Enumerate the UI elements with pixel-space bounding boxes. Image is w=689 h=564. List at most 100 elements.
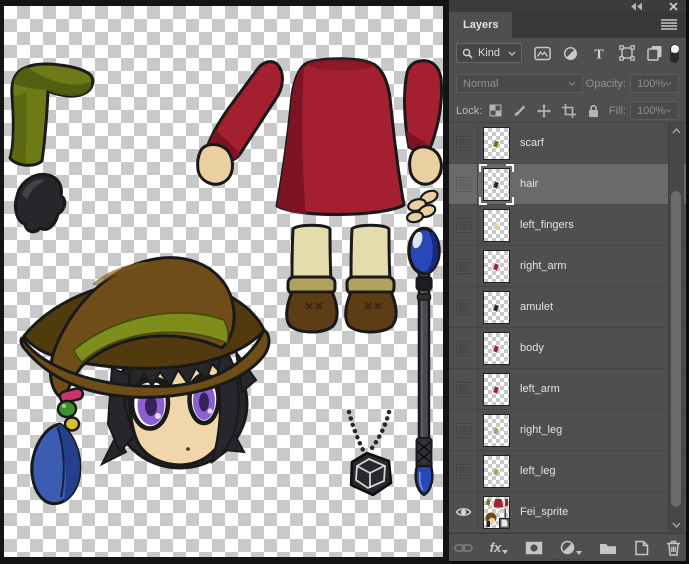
layer-name[interactable]: right_leg — [520, 424, 562, 436]
visibility-toggle[interactable] — [449, 246, 478, 286]
layer-row-right_arm[interactable]: right_arm — [449, 246, 686, 287]
layer-thumbnail[interactable] — [483, 332, 510, 365]
scroll-down-icon[interactable] — [669, 517, 684, 533]
opacity-input[interactable]: 100% — [630, 74, 679, 93]
layer-row-left_arm[interactable]: left_arm — [449, 369, 686, 410]
transparency-checkerboard — [4, 6, 443, 557]
layer-thumbnail[interactable] — [483, 455, 510, 488]
layer-row-hair[interactable]: hair — [449, 164, 686, 205]
layer-row-right_leg[interactable]: right_leg — [449, 410, 686, 451]
smart-object-badge-icon — [499, 518, 510, 529]
layer-thumbnail[interactable] — [483, 373, 510, 406]
layer-row-left_fingers[interactable]: left_fingers — [449, 205, 686, 246]
new-group-icon[interactable] — [599, 541, 617, 555]
layers-panel: Layers Kind T — [449, 0, 686, 561]
eye-hidden-box — [456, 300, 471, 315]
eye-hidden-box — [456, 177, 471, 192]
photoshop-window: Layers Kind T — [0, 0, 689, 564]
layer-thumbnail[interactable] — [483, 414, 510, 447]
layer-name[interactable]: left_arm — [520, 383, 560, 395]
close-panel-icon[interactable] — [669, 2, 678, 11]
layer-name[interactable]: amulet — [520, 301, 553, 313]
document-canvas[interactable] — [0, 0, 449, 564]
visibility-toggle[interactable] — [449, 287, 478, 327]
layer-row-scarf[interactable]: scarf — [449, 123, 686, 164]
lock-transparent-pixels-icon[interactable] — [489, 104, 502, 117]
eye-hidden-box — [456, 341, 471, 356]
layer-thumbnail[interactable] — [483, 250, 510, 283]
blend-mode-row: Normal Opacity: 100% — [449, 68, 686, 99]
chevron-down-icon — [665, 81, 672, 86]
eye-icon — [455, 506, 472, 518]
panel-menu-icon[interactable] — [661, 19, 677, 33]
layer-row-amulet[interactable]: amulet — [449, 287, 686, 328]
shape-layer-filter-icon[interactable] — [618, 45, 636, 62]
new-layer-icon[interactable] — [634, 540, 649, 556]
layer-name[interactable]: Fei_sprite — [520, 506, 568, 518]
layer-thumbnail[interactable] — [483, 168, 510, 201]
add-layer-mask-icon[interactable] — [525, 541, 543, 555]
chevron-down-icon — [568, 81, 576, 86]
thumbnail-mark — [493, 427, 499, 434]
fill-label: Fill: — [609, 105, 626, 117]
smart-object-filter-icon[interactable] — [646, 45, 664, 62]
new-adjustment-layer-icon[interactable] — [560, 540, 582, 555]
layer-name[interactable]: body — [520, 342, 544, 354]
layer-row-Fei_sprite[interactable]: Fei_sprite — [449, 492, 686, 533]
layer-thumbnail[interactable] — [483, 496, 510, 529]
layer-name[interactable]: left_fingers — [520, 219, 574, 231]
visibility-toggle[interactable] — [449, 205, 478, 245]
eye-hidden-box — [456, 464, 471, 479]
eye-hidden-box — [456, 423, 471, 438]
layer-styles-icon[interactable]: fx — [490, 542, 509, 554]
panel-resize-grip[interactable] — [551, 558, 585, 561]
layer-name[interactable]: right_arm — [520, 260, 566, 272]
thumbnail-mark — [493, 263, 499, 270]
tab-layers-label: Layers — [463, 19, 498, 31]
lock-image-pixels-icon[interactable] — [513, 104, 526, 117]
thumbnail-mark — [493, 345, 499, 352]
visibility-toggle[interactable] — [449, 369, 478, 409]
svg-text:T: T — [594, 47, 604, 61]
thumbnail-mark — [493, 222, 499, 229]
layer-row-body[interactable]: body — [449, 328, 686, 369]
scrollbar-thumb[interactable] — [671, 191, 681, 507]
layer-thumbnail[interactable] — [483, 291, 510, 324]
scroll-up-icon[interactable] — [669, 123, 684, 139]
layer-thumbnail[interactable] — [483, 209, 510, 242]
lock-all-icon[interactable] — [587, 104, 600, 118]
thumbnail-mark — [493, 468, 499, 475]
fill-value: 100% — [637, 105, 665, 117]
type-layer-filter-icon[interactable]: T — [590, 45, 608, 62]
visibility-toggle[interactable] — [449, 123, 478, 163]
lock-artboards-icon[interactable] — [562, 104, 576, 118]
collapse-panels-icon[interactable] — [630, 2, 643, 11]
visibility-toggle[interactable] — [449, 164, 478, 204]
layers-scrollbar[interactable] — [668, 123, 684, 533]
fill-input[interactable]: 100% — [630, 101, 679, 120]
layer-filtering-toggle[interactable] — [670, 44, 679, 63]
visibility-toggle[interactable] — [449, 451, 478, 491]
panel-tab-bar: Layers — [449, 12, 686, 38]
link-layers-icon[interactable] — [454, 542, 473, 554]
thumbnail-mark — [493, 181, 499, 188]
layer-name[interactable]: left_leg — [520, 465, 555, 477]
layer-row-left_leg[interactable]: left_leg — [449, 451, 686, 492]
layer-name[interactable]: scarf — [520, 137, 544, 149]
layer-name[interactable]: hair — [520, 178, 538, 190]
visibility-toggle[interactable] — [449, 492, 478, 532]
lock-position-icon[interactable] — [537, 104, 551, 118]
visibility-toggle[interactable] — [449, 410, 478, 450]
pixel-layer-filter-icon[interactable] — [534, 45, 552, 62]
layers-toolbar: fx — [449, 533, 686, 561]
delete-layer-icon[interactable] — [666, 540, 681, 556]
tab-layers[interactable]: Layers — [449, 12, 512, 38]
opacity-label: Opacity: — [586, 78, 626, 90]
blend-mode-select[interactable]: Normal — [456, 74, 583, 93]
eye-hidden-box — [456, 382, 471, 397]
thumbnail-mark — [493, 386, 499, 393]
filter-kind-select[interactable]: Kind — [456, 43, 522, 63]
layer-thumbnail[interactable] — [483, 127, 510, 160]
visibility-toggle[interactable] — [449, 328, 478, 368]
adjustment-layer-filter-icon[interactable] — [562, 45, 580, 62]
